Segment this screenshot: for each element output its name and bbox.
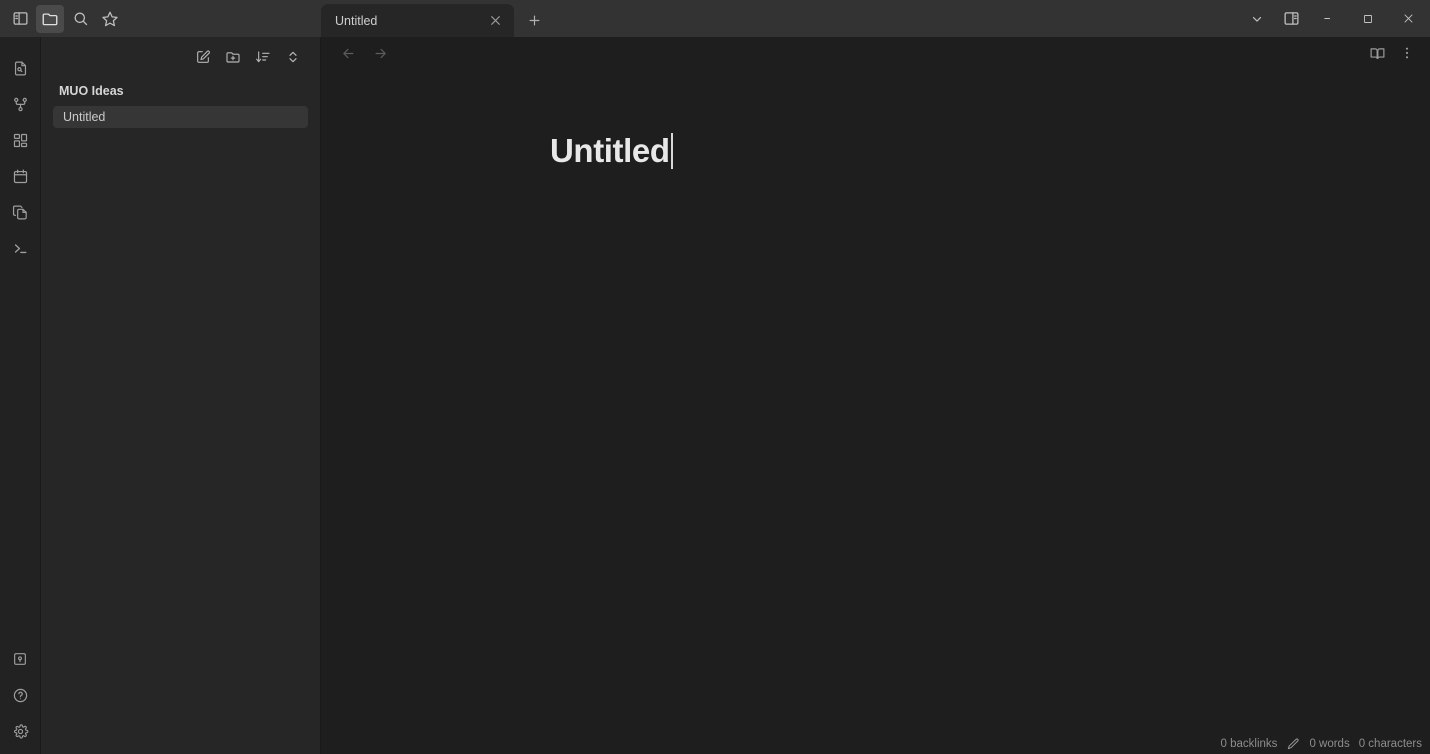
app-window: Untitled MUO Ideas Untitled Untitled 0 b… [0, 0, 1430, 754]
editor-header [321, 37, 1430, 69]
terminal-icon[interactable] [5, 233, 35, 263]
word-count[interactable]: 0 words [1309, 738, 1349, 750]
file-tree: MUO Ideas Untitled [41, 69, 320, 128]
open-quick-switcher-icon[interactable] [5, 53, 35, 83]
templates-icon[interactable] [5, 197, 35, 227]
reading-view-icon[interactable] [1364, 40, 1390, 66]
ribbon-bottom-items [5, 644, 35, 754]
folder-label: MUO Ideas [59, 84, 124, 98]
file-label: Untitled [63, 110, 106, 124]
new-note-icon[interactable] [192, 46, 214, 68]
titlebar-left-controls [0, 0, 321, 37]
tab-untitled[interactable]: Untitled [321, 4, 514, 37]
help-icon[interactable] [5, 680, 35, 710]
folder-icon[interactable] [36, 4, 64, 33]
settings-icon[interactable] [5, 716, 35, 746]
sort-icon[interactable] [252, 46, 274, 68]
more-options-icon[interactable] [1394, 40, 1420, 66]
file-item-untitled[interactable]: Untitled [53, 106, 308, 128]
search-icon[interactable] [66, 5, 94, 33]
tab-label: Untitled [335, 13, 378, 28]
file-explorer-sidebar: MUO Ideas Untitled [41, 37, 321, 754]
file-explorer-toolbar [41, 37, 320, 69]
app-body: MUO Ideas Untitled Untitled 0 backlinks … [0, 37, 1430, 754]
chevron-down-icon[interactable] [1240, 0, 1274, 37]
text-cursor [670, 133, 673, 169]
new-tab-icon[interactable] [520, 6, 548, 34]
status-bar: 0 backlinks 0 words 0 characters [1221, 737, 1422, 751]
titlebar: Untitled [0, 0, 1430, 37]
close-icon[interactable] [484, 10, 506, 32]
navigate-back-icon[interactable] [335, 40, 361, 66]
daily-note-icon[interactable] [5, 161, 35, 191]
editor-pane: Untitled 0 backlinks 0 words 0 character… [321, 37, 1430, 754]
editor-content[interactable]: Untitled 0 backlinks 0 words 0 character… [321, 69, 1430, 754]
editor-navigation [335, 40, 393, 66]
collapse-expand-icon[interactable] [282, 46, 304, 68]
page-title[interactable]: Untitled [550, 132, 673, 170]
toggle-right-sidebar-icon[interactable] [1274, 0, 1308, 37]
minimize-icon[interactable] [1308, 0, 1348, 37]
page-title-text: Untitled [550, 132, 670, 169]
edit-mode-icon[interactable] [1286, 737, 1300, 751]
graph-view-icon[interactable] [5, 89, 35, 119]
character-count[interactable]: 0 characters [1359, 738, 1422, 750]
close-window-icon[interactable] [1388, 0, 1428, 37]
new-folder-icon[interactable] [222, 46, 244, 68]
maximize-icon[interactable] [1348, 0, 1388, 37]
ribbon [0, 37, 41, 754]
window-controls [1240, 0, 1430, 37]
backlinks-count[interactable]: 0 backlinks [1221, 738, 1278, 750]
toggle-left-sidebar-icon[interactable] [6, 5, 34, 33]
star-icon[interactable] [96, 5, 124, 33]
folder-item-muo-ideas[interactable]: MUO Ideas [53, 81, 308, 101]
navigate-forward-icon[interactable] [367, 40, 393, 66]
vault-icon[interactable] [5, 644, 35, 674]
canvas-icon[interactable] [5, 125, 35, 155]
